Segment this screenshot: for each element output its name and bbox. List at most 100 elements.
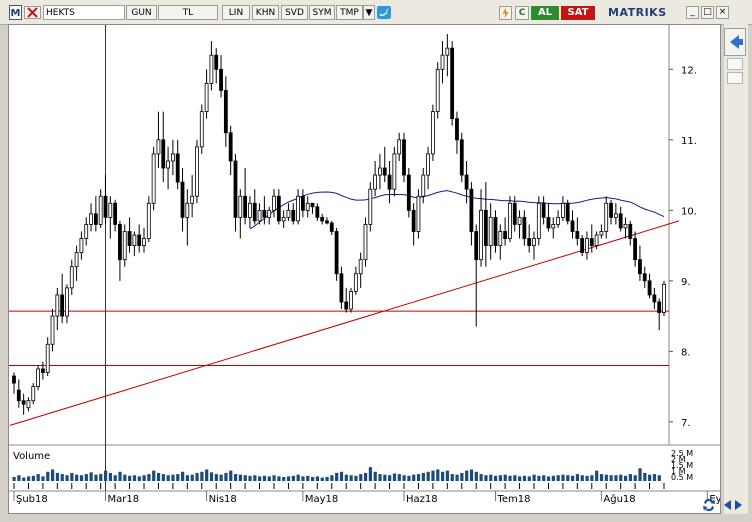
sync-icon[interactable] xyxy=(700,496,718,514)
collapse-panel-button[interactable] xyxy=(724,28,746,56)
volume-bar xyxy=(320,477,324,481)
template-dropdown-icon[interactable]: ▼ xyxy=(363,5,375,20)
volume-bar xyxy=(431,470,435,481)
candle-body xyxy=(36,368,40,387)
candle-body xyxy=(589,238,594,246)
y-tick-label: 7. xyxy=(681,418,691,429)
candle-body xyxy=(98,195,103,225)
candle-body xyxy=(402,139,406,176)
template-button[interactable]: TMP xyxy=(336,5,363,20)
volume-bar xyxy=(436,469,440,481)
volume-bar xyxy=(450,474,454,481)
candle-body xyxy=(296,195,300,222)
volume-bar xyxy=(493,475,498,481)
volume-bar xyxy=(94,474,98,481)
candle-body xyxy=(281,216,286,222)
twitter-icon[interactable] xyxy=(377,6,391,19)
volume-bar xyxy=(12,476,16,481)
candle-body xyxy=(363,224,368,261)
symbol-input[interactable]: HEKTS xyxy=(43,5,125,20)
volume-bar xyxy=(445,470,450,481)
close-window-icon[interactable]: × xyxy=(716,6,729,19)
volume-bar xyxy=(551,475,555,481)
candle-body xyxy=(575,231,580,239)
volume-bar xyxy=(522,475,527,481)
volume-bar xyxy=(508,475,512,481)
candle-body xyxy=(657,301,662,313)
volume-bar xyxy=(619,474,623,481)
candle-body xyxy=(512,202,517,225)
side-panel xyxy=(724,24,748,514)
maximize-icon[interactable]: □ xyxy=(701,6,714,19)
volume-bar xyxy=(561,474,565,481)
candle-body xyxy=(267,209,272,218)
candle-body xyxy=(325,220,329,224)
lightning-icon[interactable] xyxy=(499,6,512,20)
candle-body xyxy=(416,195,421,232)
volume-bar xyxy=(113,475,117,481)
x-tick-label: Ağu18 xyxy=(603,493,635,505)
candle-body xyxy=(406,174,411,211)
volume-bar xyxy=(498,475,502,481)
volume-bar xyxy=(643,472,647,481)
candle-body xyxy=(180,181,185,218)
minimize-icon[interactable]: _ xyxy=(686,6,699,19)
candle-body xyxy=(541,202,546,218)
volume-tick-label: 0.5 M xyxy=(671,473,693,482)
volume-bar xyxy=(344,474,348,481)
candle-body xyxy=(262,209,267,218)
candle-body xyxy=(647,280,652,296)
y-tick-label: 9. xyxy=(681,277,691,288)
candle-body xyxy=(137,234,142,246)
volume-bar xyxy=(479,474,483,481)
linear-scale-button[interactable]: LIN xyxy=(222,5,250,20)
candle-body xyxy=(387,174,392,190)
volume-bar xyxy=(402,475,406,481)
volume-bar xyxy=(262,475,267,481)
close-symbol-icon[interactable] xyxy=(24,6,41,19)
scroll-arrows-icon[interactable] xyxy=(722,498,744,512)
volume-bar xyxy=(648,474,652,481)
refresh-c-button[interactable]: C xyxy=(515,6,529,20)
candle-body xyxy=(618,213,623,229)
volume-bar xyxy=(65,475,69,481)
candle-body xyxy=(166,160,170,169)
candle-body xyxy=(344,301,349,310)
candle-body xyxy=(349,291,353,310)
volume-bar xyxy=(36,474,40,481)
candle-body xyxy=(464,174,469,190)
buy-button[interactable]: AL xyxy=(531,6,559,20)
candle-body xyxy=(108,202,113,218)
candle-body xyxy=(142,238,146,246)
volume-bar xyxy=(195,472,199,481)
side-tab[interactable] xyxy=(727,72,743,84)
volume-bar xyxy=(575,474,580,481)
sym-button[interactable]: SYM xyxy=(309,5,335,20)
volume-bar xyxy=(527,476,531,481)
arrow-left-icon xyxy=(730,35,743,49)
volume-bar xyxy=(161,474,165,481)
candle-body xyxy=(320,216,325,222)
candle-body xyxy=(175,153,180,183)
candle-body xyxy=(204,83,209,113)
candle-body xyxy=(392,153,397,190)
candle-body xyxy=(450,47,455,120)
candle-body xyxy=(156,139,161,155)
period-button[interactable]: GUN xyxy=(126,5,157,20)
candle-body xyxy=(613,213,618,218)
matriks-logo-icon[interactable]: M xyxy=(9,5,22,20)
volume-bar xyxy=(571,475,575,481)
candle-body xyxy=(329,222,334,232)
chart-panel[interactable]: 7. 8. 9. 10. 11. 12. Volume 2.5 M2 M 1.5 M1 M 0.5… xyxy=(8,24,721,514)
svd-button[interactable]: SVD xyxy=(281,5,308,20)
khn-button[interactable]: KHN xyxy=(252,5,279,20)
volume-bar xyxy=(123,474,127,481)
sell-button[interactable]: SAT xyxy=(561,6,595,20)
side-tab[interactable] xyxy=(727,58,743,70)
brand-logo: MATRIKS xyxy=(608,6,667,19)
candle-body xyxy=(455,118,459,141)
candle-body xyxy=(604,202,609,232)
candle-body xyxy=(368,188,373,225)
candlestick-chart[interactable]: 7.8.9.10.11.12.Volume 2.5 M2 M1.5 M1 M0.5… xyxy=(9,25,721,514)
currency-button[interactable]: TL xyxy=(158,5,218,20)
